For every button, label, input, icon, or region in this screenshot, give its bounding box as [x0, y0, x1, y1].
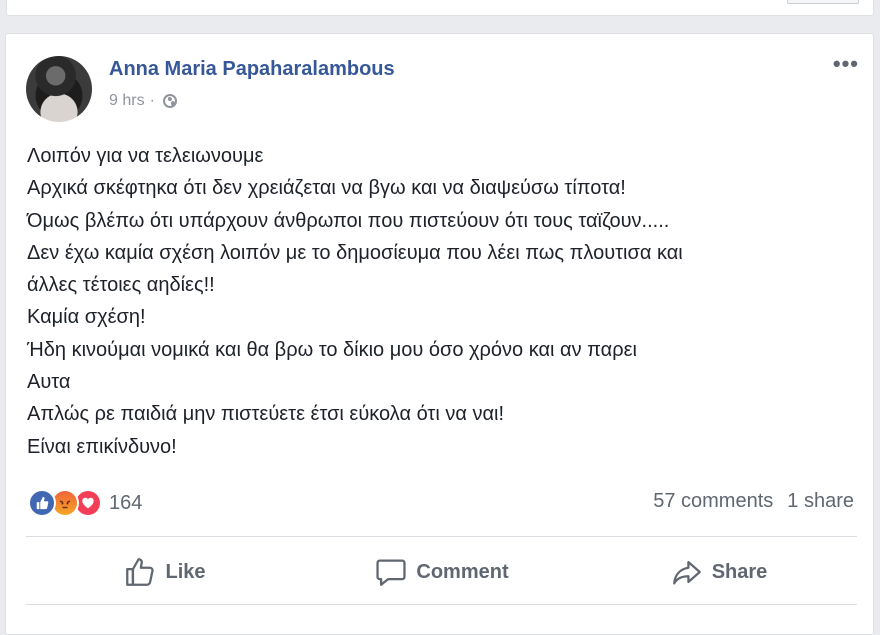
post-card: Anna Maria Papaharalambous 9 hrs · ••• Λ…	[5, 33, 874, 635]
reactions-summary[interactable]: 164	[28, 489, 142, 517]
share-icon	[672, 560, 701, 585]
divider	[26, 604, 857, 605]
post-meta: 9 hrs ·	[109, 92, 177, 110]
like-label: Like	[165, 560, 206, 583]
post-line: Καμία σχέση!	[27, 306, 146, 329]
like-reaction-icon	[28, 489, 56, 517]
thumbs-up-icon	[126, 558, 155, 586]
post-line: άλλες τέτοιες αηδίες!!	[27, 274, 215, 297]
post-body: Λοιπόν για να τελειωνουμε Αρχικά σκέφτηκ…	[27, 140, 857, 463]
post-line: Λοιπόν για να τελειωνουμε	[27, 145, 264, 167]
post-author-name[interactable]: Anna Maria Papaharalambous	[109, 58, 395, 81]
comment-label: Comment	[416, 560, 509, 583]
comment-button[interactable]: Comment	[303, 546, 580, 598]
post-line: Αρχικά σκέφτηκα ότι δεν χρειάζεται να βγ…	[27, 177, 626, 200]
more-options-icon[interactable]: •••	[833, 53, 859, 75]
comment-icon	[376, 559, 406, 586]
comments-count-link[interactable]: 57 comments	[653, 490, 773, 513]
shares-count-link[interactable]: 1 share	[787, 490, 854, 513]
post-line: Αυτα	[27, 371, 71, 394]
share-label: Share	[711, 560, 768, 583]
post-line: Δεν έχω καμία σχέση λοιπόν με το δημοσίε…	[27, 241, 683, 264]
post-line: Ήδη κινούμαι νομικά και θα βρω το δίκιο …	[27, 338, 637, 361]
globe-icon[interactable]	[162, 94, 177, 108]
avatar[interactable]	[26, 56, 92, 122]
post-line: Όμως βλέπω ότι υπάρχουν άνθρωποι που πισ…	[27, 209, 670, 232]
post-actions-bar: Like Comment Share	[26, 546, 857, 598]
post-timestamp[interactable]: 9 hrs	[109, 92, 145, 110]
like-button[interactable]: Like	[26, 546, 303, 598]
post-line: Απλώς ρε παιδιά μην πιστεύετε έτσι εύκολ…	[27, 403, 505, 426]
previous-post-card	[6, 0, 874, 16]
meta-separator: ·	[149, 92, 155, 109]
engagement-stats: 57 comments 1 share	[653, 490, 854, 513]
divider	[26, 536, 857, 537]
previous-post-button[interactable]	[787, 0, 859, 4]
reaction-count: 164	[109, 491, 143, 514]
post-line: Είναι επικίνδυνο!	[27, 435, 177, 458]
share-button[interactable]: Share	[580, 546, 857, 598]
